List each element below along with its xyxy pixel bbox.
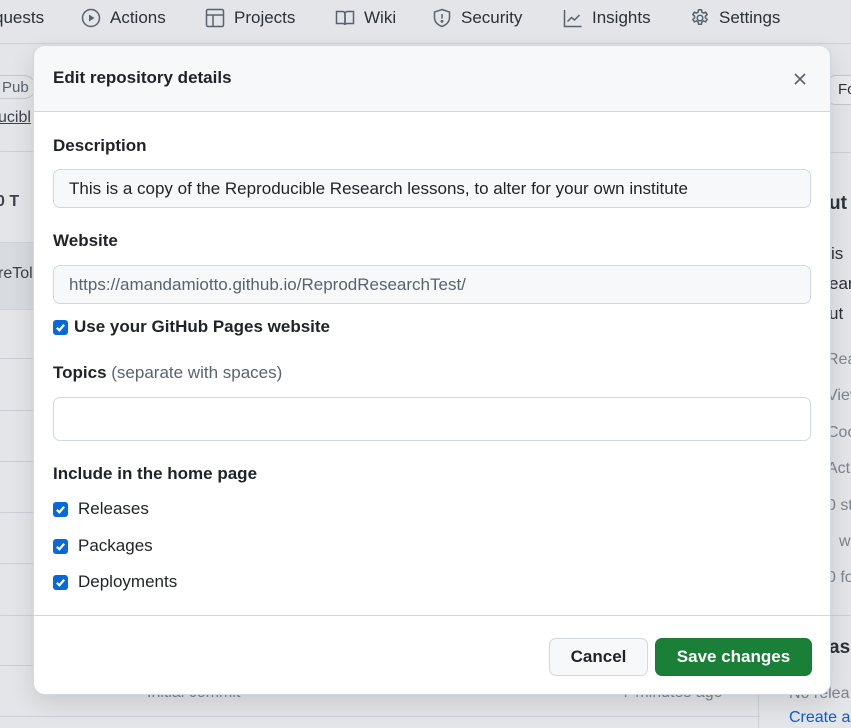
create-release-link[interactable]: Create a [789,709,850,727]
description-label: Description [53,136,147,155]
visibility-badge: Pub [0,75,36,99]
dialog-footer: Cancel Save changes [34,615,830,694]
repo-link[interactable]: ucibl [0,109,31,127]
play-circle-icon [81,8,101,28]
website-input[interactable] [53,265,811,304]
deployments-checkbox-row[interactable]: Deployments [53,572,177,592]
releases-checkbox-row[interactable]: Releases [53,499,149,519]
website-label: Website [53,231,118,250]
checkmark-icon [56,323,65,332]
use-pages-checkbox[interactable] [53,319,68,335]
repo-tab-nav: quests Actions Projects Wiki Security In… [0,0,851,44]
releases-label: Releases [78,499,149,518]
close-icon [794,73,806,85]
releases-checkbox[interactable] [53,501,68,517]
tab-settings[interactable]: Settings [690,7,780,29]
fork-button[interactable]: Fo [829,75,851,105]
tab-security[interactable]: Security [432,7,522,29]
tab-insights[interactable]: Insights [563,7,651,29]
branch-fragment[interactable]: reTol [0,265,33,283]
close-button[interactable] [786,65,814,93]
dialog-header: Edit repository details [34,46,830,112]
topics-hint: (separate with spaces) [111,363,283,382]
deployments-label: Deployments [78,572,178,591]
use-pages-label: Use your GitHub Pages website [74,317,331,336]
shield-icon [433,8,451,28]
tab-projects[interactable]: Projects [205,7,295,29]
gear-icon [691,9,709,25]
releases-heading: as [829,637,851,658]
checkmark-icon [56,578,65,587]
home-page-label: Include in the home page [53,464,258,483]
book-icon [335,10,355,26]
checkmark-icon [56,542,65,551]
packages-checkbox[interactable] [53,538,68,554]
description-input[interactable] [53,169,811,208]
dialog-title: Edit repository details [53,68,232,87]
cancel-button[interactable]: Cancel [549,638,648,676]
deployments-checkbox[interactable] [53,574,68,590]
topics-label: Topics (separate with spaces) [53,363,283,382]
tab-actions[interactable]: Actions [81,7,166,29]
checkmark-icon [56,505,65,514]
edit-repository-details-dialog: Edit repository details Description Webs… [33,45,831,695]
tab-pull-requests[interactable]: quests [0,7,44,29]
tags-count[interactable]: 0 T [0,193,19,211]
about-heading: ut [829,193,847,214]
tab-wiki[interactable]: Wiki [335,7,396,29]
watchers-link[interactable]: w [839,533,851,551]
save-changes-button[interactable]: Save changes [655,638,812,676]
graph-icon [563,10,582,28]
packages-checkbox-row[interactable]: Packages [53,536,153,556]
use-pages-checkbox-row[interactable]: Use your GitHub Pages website [53,317,330,337]
table-icon [205,8,225,28]
packages-label: Packages [78,536,153,555]
topics-input[interactable] [53,397,811,441]
